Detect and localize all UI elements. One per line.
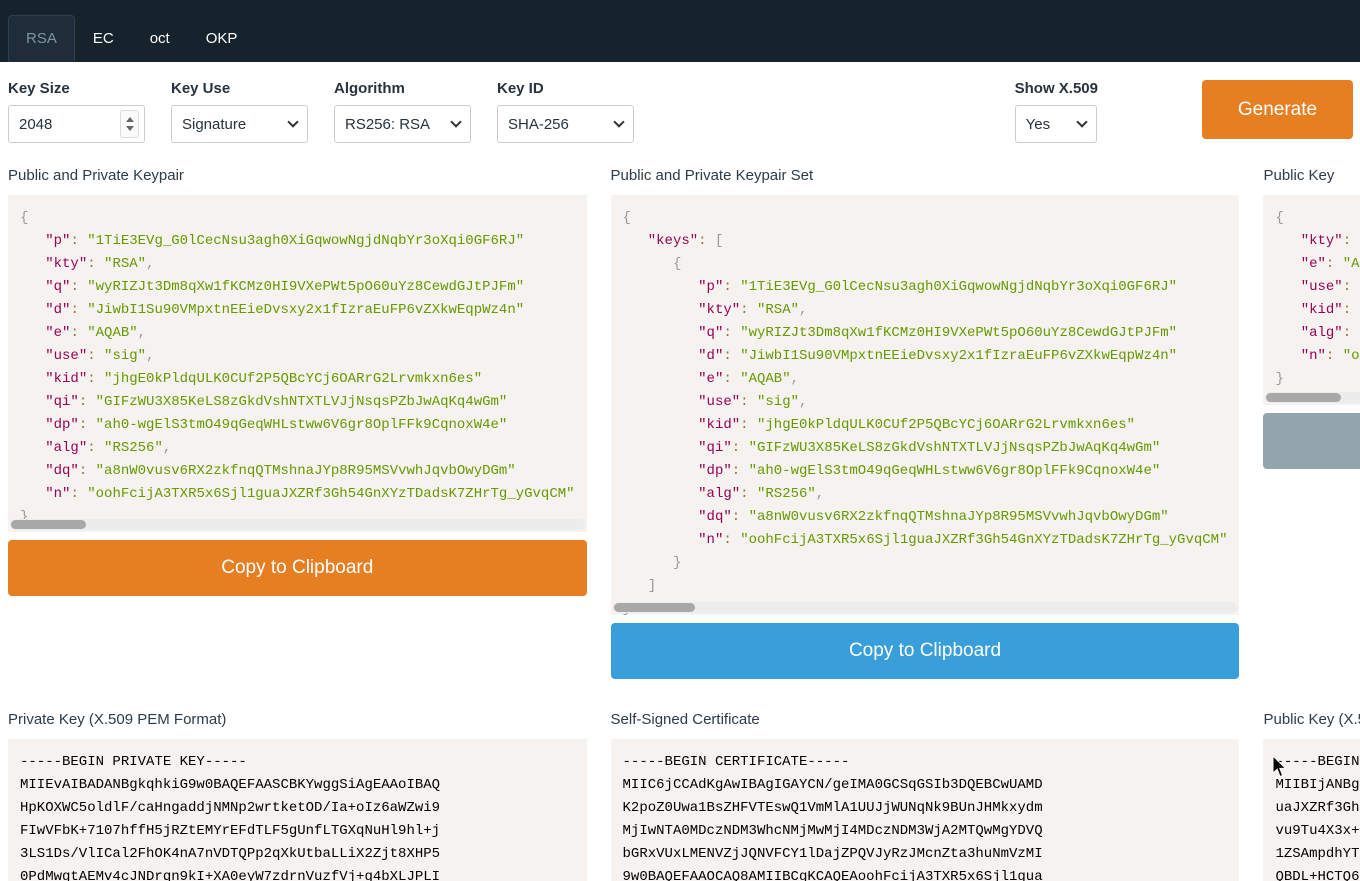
panel-public-key-title: Public Key <box>1263 167 1360 185</box>
key-use-group: Key Use Signature <box>171 80 308 143</box>
key-size-input[interactable]: 2048 <box>8 105 145 143</box>
key-id-group: Key ID SHA-256 <box>497 80 634 143</box>
spinner-down-icon[interactable] <box>126 126 134 131</box>
public-key-json-code: { "kty": "RSA", "e": "AQAB", "use": "sig… <box>1263 195 1360 405</box>
key-use-value: Signature <box>182 116 283 133</box>
panel-keypair-set: Public and Private Keypair Set { "keys":… <box>611 167 1240 679</box>
key-use-label: Key Use <box>171 80 308 97</box>
key-size-group: Key Size 2048 <box>8 80 145 143</box>
private-key-pem-code: -----BEGIN PRIVATE KEY----- MIIEvAIBADAN… <box>8 739 587 881</box>
section-private-key-pem: Private Key (X.509 PEM Format) -----BEGI… <box>8 711 587 881</box>
key-id-label: Key ID <box>497 80 634 97</box>
key-size-label: Key Size <box>8 80 145 97</box>
section-certificate: Self-Signed Certificate -----BEGIN CERTI… <box>611 711 1240 881</box>
number-spinner[interactable] <box>120 110 139 138</box>
show-x509-label: Show X.509 <box>1015 80 1098 97</box>
section-public-key-pem: Public Key (X.509 PEM Format) -----BEGIN… <box>1263 711 1360 881</box>
scrollbar-thumb[interactable] <box>614 603 695 612</box>
key-id-value: SHA-256 <box>508 116 609 133</box>
results-grid: Public and Private Keypair { "p": "1TiE3… <box>0 167 1360 881</box>
chevron-down-icon <box>450 116 461 127</box>
show-x509-value: Yes <box>1026 116 1072 133</box>
horizontal-scrollbar[interactable] <box>10 519 585 530</box>
scrollbar-thumb[interactable] <box>1266 393 1341 402</box>
key-size-value: 2048 <box>19 116 120 133</box>
key-use-select[interactable]: Signature <box>171 105 308 143</box>
top-navbar: RSA EC oct OKP <box>0 0 1360 62</box>
copy-public-key-button[interactable]: Copy to Clipboard <box>1263 413 1360 469</box>
keypair-json-code: { "p": "1TiE3EVg_G0lCecNsu3agh0XiGqwowNg… <box>8 195 587 532</box>
generate-button[interactable]: Generate <box>1202 80 1353 139</box>
private-key-pem-title: Private Key (X.509 PEM Format) <box>8 711 587 729</box>
public-key-pem-title: Public Key (X.509 PEM Format) <box>1263 711 1360 729</box>
tab-ec[interactable]: EC <box>75 15 132 62</box>
public-key-pem-code: -----BEGIN PUBLIC KEY----- MIIBIjANBgkqh… <box>1263 739 1360 881</box>
algorithm-value: RS256: RSA <box>345 116 446 133</box>
copy-keypair-set-button[interactable]: Copy to Clipboard <box>611 623 1240 679</box>
certificate-title: Self-Signed Certificate <box>611 711 1240 729</box>
show-x509-select[interactable]: Yes <box>1015 105 1097 143</box>
key-id-select[interactable]: SHA-256 <box>497 105 634 143</box>
show-x509-group: Show X.509 Yes <box>1015 80 1098 143</box>
algorithm-group: Algorithm RS256: RSA <box>334 80 471 143</box>
panel-keypair-set-title: Public and Private Keypair Set <box>611 167 1240 185</box>
copy-keypair-button[interactable]: Copy to Clipboard <box>8 540 587 596</box>
tab-oct[interactable]: oct <box>132 15 188 62</box>
chevron-down-icon <box>1076 116 1087 127</box>
algorithm-select[interactable]: RS256: RSA <box>334 105 471 143</box>
certificate-pem-code: -----BEGIN CERTIFICATE----- MIIC6jCCAdKg… <box>611 739 1240 881</box>
chevron-down-icon <box>287 116 298 127</box>
tab-okp[interactable]: OKP <box>188 15 256 62</box>
chevron-down-icon <box>613 116 624 127</box>
keypair-set-json-code: { "keys": [ { "p": "1TiE3EVg_G0lCecNsu3a… <box>611 195 1240 615</box>
scrollbar-thumb[interactable] <box>11 520 86 529</box>
panel-keypair: Public and Private Keypair { "p": "1TiE3… <box>8 167 587 596</box>
panel-keypair-title: Public and Private Keypair <box>8 167 587 185</box>
panel-public-key: Public Key { "kty": "RSA", "e": "AQAB", … <box>1263 167 1360 469</box>
algorithm-label: Algorithm <box>334 80 471 97</box>
spinner-up-icon[interactable] <box>126 117 134 122</box>
tab-rsa[interactable]: RSA <box>8 15 75 62</box>
horizontal-scrollbar[interactable] <box>1265 392 1360 403</box>
generator-form: Key Size 2048 Key Use Signature Algorith… <box>0 62 1360 143</box>
horizontal-scrollbar[interactable] <box>613 602 1238 613</box>
